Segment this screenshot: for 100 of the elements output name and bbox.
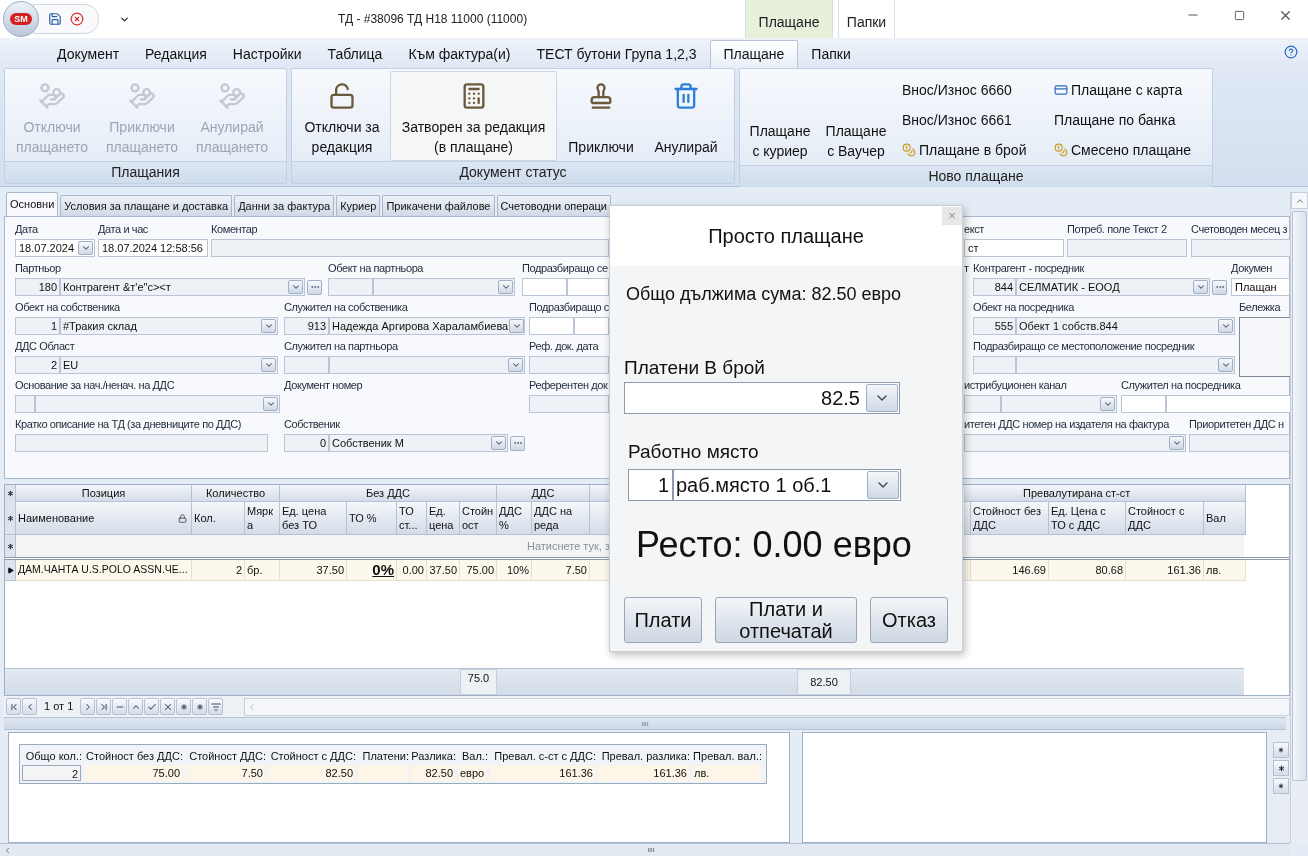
code-field[interactable]	[284, 356, 329, 374]
code-field[interactable]	[15, 395, 35, 413]
dropdown-button[interactable]	[867, 471, 899, 499]
next-button[interactable]	[80, 698, 96, 715]
dropdown-button[interactable]	[1218, 319, 1233, 333]
combo-box[interactable]	[329, 356, 525, 374]
code-field[interactable]	[964, 395, 1001, 413]
text-field[interactable]	[1189, 434, 1290, 452]
side-button[interactable]	[1273, 742, 1289, 758]
ribbon-tab[interactable]: Към фактура(и)	[395, 40, 524, 68]
combo-box[interactable]	[1001, 395, 1117, 413]
form-tab[interactable]: Основни	[6, 192, 59, 216]
payment-button[interactable]: Внос/Износ 6661	[898, 105, 1016, 135]
form-tab[interactable]: Куриер	[336, 195, 381, 216]
combo-box[interactable]: Контрагент &т'е"с><т	[60, 278, 305, 296]
combo-box[interactable]: Надежда Аргирова Хараламбиева	[329, 317, 525, 335]
dropdown-button[interactable]	[498, 280, 513, 294]
code-field[interactable]: 2	[15, 356, 60, 374]
move-up-button[interactable]	[128, 698, 144, 715]
code-field[interactable]: 913	[284, 317, 329, 335]
more-button[interactable]	[307, 279, 322, 295]
amount-field[interactable]: 82.5	[624, 382, 900, 414]
combo-box[interactable]: Собственик М	[329, 434, 508, 452]
dialog-button[interactable]: Отказ	[870, 597, 948, 643]
combo-box[interactable]: СЕЛМАТИК - ЕООД	[1016, 278, 1210, 296]
text-field[interactable]	[529, 395, 609, 413]
ribbon-tab[interactable]: ТЕСТ бутони Група 1,2,3	[523, 40, 710, 68]
scroll-up-button[interactable]	[1291, 192, 1308, 209]
combo-box[interactable]: EU	[60, 356, 278, 374]
app-menu-button[interactable]: SM	[3, 1, 39, 37]
previous-button[interactable]	[22, 698, 37, 715]
text-field[interactable]: 18.07.2024 12:58:56	[98, 239, 208, 257]
filter-button[interactable]	[208, 698, 224, 715]
horizontal-scrollbar[interactable]	[244, 697, 1290, 716]
dropdown-button[interactable]	[263, 397, 278, 411]
delete-button[interactable]	[112, 698, 128, 715]
code-field[interactable]	[1121, 395, 1166, 413]
payment-button[interactable]: Плащане с карта	[1050, 75, 1187, 105]
form-tab[interactable]: Данни за фактура	[234, 195, 335, 216]
code-field[interactable]: 844	[973, 278, 1016, 296]
ribbon-button[interactable]: Плащане с Ваучер	[818, 71, 894, 165]
ribbon-tab[interactable]: Таблица	[314, 40, 396, 68]
ribbon-button[interactable]: Анулирай	[645, 71, 727, 161]
dropdown-button[interactable]	[288, 280, 303, 294]
dropdown-button[interactable]	[78, 241, 93, 255]
ribbon-tab[interactable]: Плащане	[709, 40, 799, 68]
form-tab[interactable]: Счетоводни операци	[496, 195, 611, 216]
text-field[interactable]	[567, 278, 609, 296]
ribbon-tab[interactable]: Редакция	[132, 40, 220, 68]
row-indicator[interactable]	[5, 560, 16, 581]
code-field[interactable]: 180	[15, 278, 60, 296]
copy-add-button[interactable]	[192, 698, 208, 715]
code-field[interactable]: 555	[973, 317, 1016, 335]
ribbon-button[interactable]: Приключи	[557, 71, 645, 161]
scrollbar-thumb[interactable]	[1292, 211, 1307, 781]
more-button[interactable]	[1212, 279, 1227, 295]
ribbon-tab[interactable]: Настройки	[219, 40, 315, 68]
dropdown-button[interactable]	[1193, 280, 1208, 294]
form-tab[interactable]: Условия за плащане и доставка	[60, 195, 233, 216]
code-field[interactable]: 1	[628, 469, 673, 501]
code-field[interactable]	[328, 278, 373, 296]
code-field[interactable]	[529, 317, 574, 335]
dropdown-button[interactable]	[261, 358, 276, 372]
more-button[interactable]	[510, 435, 525, 451]
text-field[interactable]	[574, 317, 609, 335]
text-field[interactable]	[529, 356, 609, 374]
dropdown-button[interactable]	[1218, 358, 1233, 372]
payment-button[interactable]: Плащане в брой	[898, 135, 1031, 165]
add-button[interactable]	[176, 698, 192, 715]
text-field[interactable]: ст	[964, 239, 1064, 257]
combo-box[interactable]	[1016, 356, 1235, 374]
text-field[interactable]	[211, 239, 609, 257]
text-field[interactable]	[1067, 239, 1187, 257]
dropdown-button[interactable]	[491, 436, 506, 450]
note-field[interactable]	[1239, 317, 1291, 377]
combo-box[interactable]: #Тракия склад	[60, 317, 278, 335]
last-page-button[interactable]	[96, 698, 112, 715]
combo-box[interactable]: раб.място 1 об.1	[673, 469, 901, 501]
code-field[interactable]	[522, 278, 567, 296]
combo-box[interactable]	[35, 395, 280, 413]
cancel-button[interactable]	[160, 698, 176, 715]
ribbon-tab[interactable]: Папки	[798, 40, 864, 68]
text-field[interactable]	[1166, 395, 1291, 413]
dialog-button[interactable]: Плати	[624, 597, 702, 643]
payment-button[interactable]: Внос/Износ 6660	[898, 75, 1016, 105]
dropdown-button[interactable]	[1100, 397, 1115, 411]
code-field[interactable]: 0	[284, 434, 329, 452]
code-field[interactable]	[973, 356, 1016, 374]
confirm-button[interactable]	[144, 698, 160, 715]
ribbon-button[interactable]: Отключи за редакция	[294, 71, 390, 161]
text-field[interactable]	[15, 434, 268, 452]
dropdown-button[interactable]	[261, 319, 276, 333]
combo-box[interactable]	[373, 278, 515, 296]
combo-box[interactable]: Обект 1 собств.844	[1016, 317, 1235, 335]
ribbon-button[interactable]: Плащане с куриер	[742, 71, 818, 165]
dialog-button[interactable]: Плати и отпечатай	[715, 597, 857, 643]
text-field[interactable]: Плащан	[1231, 278, 1290, 296]
ribbon-button[interactable]: Затворен за редакция (в плащане)	[390, 71, 557, 161]
payment-button[interactable]: Смесено плащане	[1050, 135, 1196, 165]
text-field[interactable]	[1191, 239, 1291, 257]
